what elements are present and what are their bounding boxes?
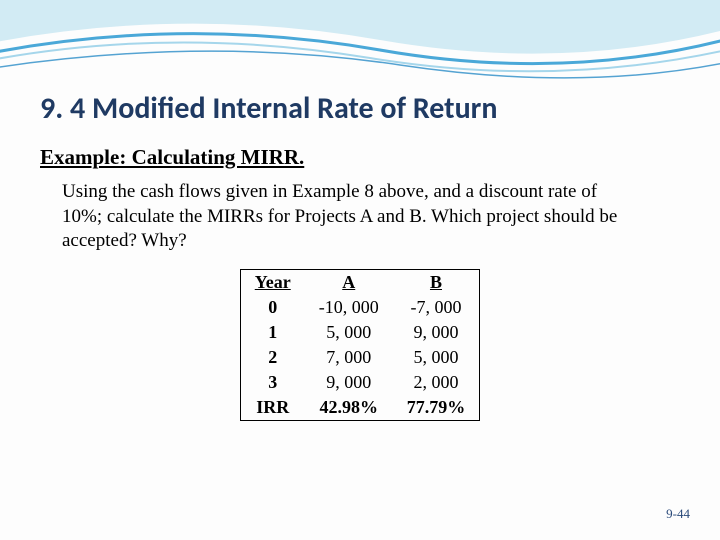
cell-b: -7, 000 [393, 295, 480, 320]
col-header-b: B [393, 270, 480, 296]
cell-a: 5, 000 [305, 320, 393, 345]
row-label: 0 [240, 295, 304, 320]
row-label: 3 [240, 370, 304, 395]
col-header-a: A [305, 270, 393, 296]
row-label-irr: IRR [240, 395, 304, 421]
row-label: 1 [240, 320, 304, 345]
cell-b: 5, 000 [393, 345, 480, 370]
cell-b: 77.79% [393, 395, 480, 421]
col-header-year: Year [240, 270, 304, 296]
example-subtitle: Example: Calculating MIRR. [40, 145, 680, 170]
cell-b: 2, 000 [393, 370, 480, 395]
slide-number: 9-44 [666, 506, 690, 522]
row-label: 2 [240, 345, 304, 370]
cell-b: 9, 000 [393, 320, 480, 345]
example-body: Using the cash flows given in Example 8 … [40, 180, 680, 254]
table-row: 3 9, 000 2, 000 [240, 370, 479, 395]
table-row: IRR 42.98% 77.79% [240, 395, 479, 421]
cell-a: 42.98% [305, 395, 393, 421]
slide-title: 9. 4 Modified Internal Rate of Return [40, 90, 680, 127]
cell-a: -10, 000 [305, 295, 393, 320]
cashflow-table: Year A B 0 -10, 000 -7, 000 1 5, 000 9, … [240, 269, 480, 421]
table-row: 2 7, 000 5, 000 [240, 345, 479, 370]
cell-a: 9, 000 [305, 370, 393, 395]
table-row: 0 -10, 000 -7, 000 [240, 295, 479, 320]
cell-a: 7, 000 [305, 345, 393, 370]
table-row: 1 5, 000 9, 000 [240, 320, 479, 345]
